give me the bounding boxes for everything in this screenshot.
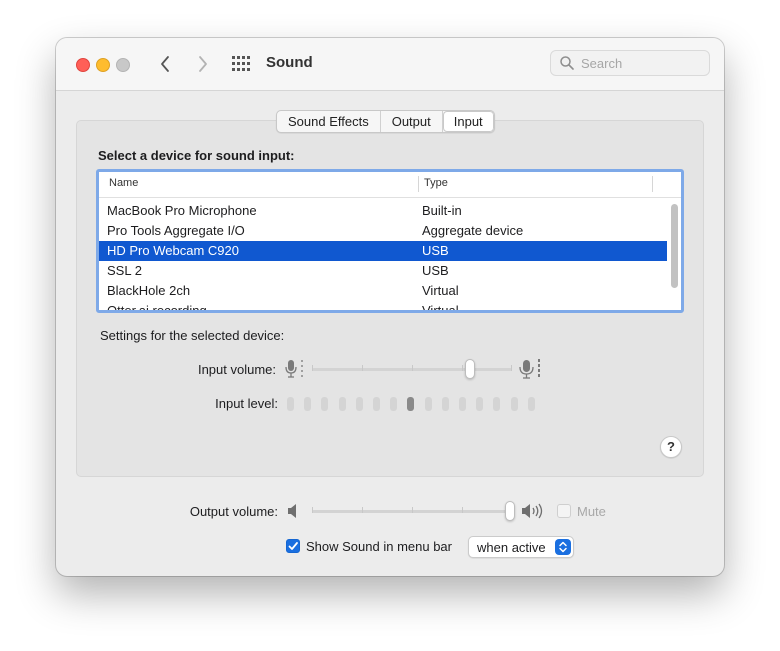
device-type: Aggregate device (422, 223, 524, 238)
device-type: Built-in (422, 203, 462, 218)
device-list-scrollbar[interactable] (667, 198, 681, 310)
slider-tick (412, 365, 413, 371)
level-segment (355, 397, 363, 411)
microphone-icon (519, 359, 540, 379)
grid-icon (232, 56, 250, 71)
help-button[interactable]: ? (660, 436, 682, 458)
tab-sound-effects[interactable]: Sound Effects (277, 111, 381, 132)
level-segment (527, 397, 535, 411)
search-field[interactable] (550, 50, 710, 76)
level-segment (338, 397, 346, 411)
show-all-button[interactable] (232, 56, 250, 72)
popup-arrows-icon (555, 539, 571, 555)
device-name: BlackHole 2ch (107, 283, 191, 298)
output-volume-knob[interactable] (505, 501, 515, 521)
show-in-menu-bar-label: Show Sound in menu bar (306, 539, 452, 554)
column-header-type[interactable]: Type (424, 177, 448, 189)
mute-label: Mute (577, 504, 606, 519)
slider-tick (312, 507, 313, 513)
window-title: Sound (266, 54, 313, 71)
column-divider (418, 176, 419, 192)
input-level-label: Input level: (215, 396, 278, 411)
device-name: Pro Tools Aggregate I/O (107, 223, 245, 238)
table-row-selected[interactable]: HD Pro Webcam C920 USB (99, 241, 667, 261)
slider-tick (511, 365, 512, 371)
device-type: USB (422, 243, 449, 258)
slider-tick (412, 507, 413, 513)
tab-output[interactable]: Output (381, 111, 443, 132)
table-row[interactable]: SSL 2 USB (99, 261, 667, 281)
level-segment (373, 397, 380, 411)
level-segment (287, 397, 294, 411)
slider-tick (362, 365, 363, 371)
speaker-low-icon (288, 504, 296, 518)
table-header: Name Type (99, 172, 681, 198)
table-row[interactable]: BlackHole 2ch Virtual (99, 281, 667, 301)
minimize-window-button[interactable] (96, 58, 110, 72)
checkmark-icon (288, 542, 298, 550)
slider-tick (462, 507, 463, 513)
slider-tick (462, 365, 463, 371)
title-bar: Sound (56, 38, 724, 91)
table-row[interactable]: Otter.ai recording Virtual (99, 301, 667, 313)
device-section-title: Select a device for sound input: (98, 148, 295, 163)
zoom-window-button[interactable] (116, 58, 130, 72)
microphone-icon (285, 360, 303, 378)
device-list: MacBook Pro Microphone Built-in Pro Tool… (99, 201, 667, 313)
back-button[interactable] (154, 52, 178, 76)
level-segment (390, 397, 398, 411)
output-volume-label: Output volume: (189, 504, 278, 519)
help-icon: ? (667, 439, 675, 454)
level-segment (459, 397, 466, 411)
level-segment (476, 397, 484, 411)
device-name: HD Pro Webcam C920 (107, 243, 239, 258)
level-segment (424, 397, 432, 411)
tab-input[interactable]: Input (442, 111, 494, 132)
mute-checkbox[interactable] (557, 504, 571, 518)
scrollbar-thumb[interactable] (671, 204, 678, 288)
level-segment (441, 397, 449, 411)
slider-tick (312, 365, 313, 371)
input-volume-label: Input volume: (197, 362, 276, 377)
level-segment (510, 397, 518, 411)
speaker-high-icon (522, 503, 543, 519)
settings-label: Settings for the selected device: (100, 328, 285, 343)
input-device-table[interactable]: Name Type MacBook Pro Microphone Built-i… (96, 169, 684, 313)
chevron-left-icon (161, 56, 169, 72)
level-segment (407, 397, 415, 411)
input-volume-knob[interactable] (465, 359, 475, 379)
column-divider (652, 176, 653, 192)
show-in-menu-bar-checkbox[interactable] (286, 539, 300, 553)
column-header-name[interactable]: Name (109, 177, 138, 189)
slider-tick (362, 507, 363, 513)
device-name: Otter.ai recording (107, 303, 207, 313)
table-row[interactable]: Pro Tools Aggregate I/O Aggregate device (99, 221, 667, 241)
popup-selected-value: when active (477, 540, 546, 555)
level-segment (321, 397, 329, 411)
chevron-right-icon (199, 56, 207, 72)
device-name: MacBook Pro Microphone (107, 203, 257, 218)
search-icon (560, 56, 574, 70)
device-type: Virtual (422, 303, 459, 313)
forward-button[interactable] (190, 52, 214, 76)
table-row[interactable]: MacBook Pro Microphone Built-in (99, 201, 667, 221)
sound-preferences-window: Sound Sound Effects Output Input Select … (56, 38, 724, 576)
level-segment (493, 397, 501, 411)
tab-bar: Sound Effects Output Input (276, 110, 495, 133)
level-segment (304, 397, 312, 411)
device-name: SSL 2 (107, 263, 142, 278)
device-type: Virtual (422, 283, 459, 298)
device-type: USB (422, 263, 449, 278)
menu-bar-visibility-popup[interactable]: when active (468, 536, 574, 558)
search-input[interactable] (581, 55, 701, 71)
close-window-button[interactable] (76, 58, 90, 72)
